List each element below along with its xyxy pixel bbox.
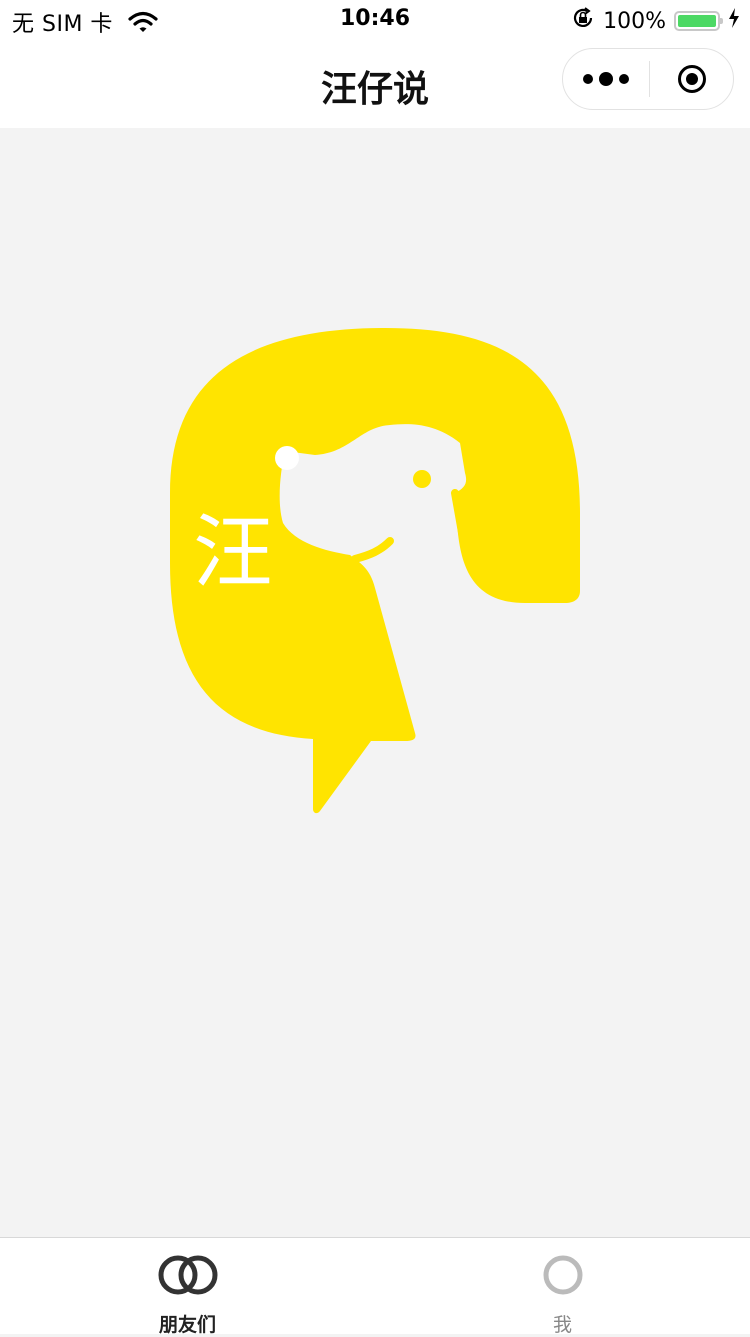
friends-rings-icon bbox=[0, 1254, 375, 1296]
dog-speech-bubble-logo: 汪 bbox=[165, 323, 585, 827]
mini-program-capsule bbox=[562, 48, 734, 110]
tab-bar: 朋友们 我 bbox=[0, 1237, 750, 1336]
main-content: 汪 bbox=[0, 128, 750, 1237]
dog-eye-dot bbox=[413, 470, 431, 488]
dog-nose-dot bbox=[275, 446, 299, 470]
more-button[interactable] bbox=[563, 49, 649, 109]
tab-friends[interactable]: 朋友们 bbox=[0, 1238, 375, 1336]
charging-icon bbox=[728, 7, 740, 35]
close-target-icon bbox=[678, 65, 706, 93]
me-ring-icon bbox=[375, 1254, 750, 1296]
status-right: 100% bbox=[571, 6, 740, 36]
close-button[interactable] bbox=[650, 49, 734, 109]
status-bar: 无 SIM 卡 10:46 100% bbox=[0, 0, 750, 40]
logo-glyph: 汪 bbox=[193, 506, 273, 599]
navigation-bar: 汪仔说 bbox=[0, 40, 750, 128]
orientation-lock-icon bbox=[571, 6, 595, 36]
more-dots-icon bbox=[583, 72, 629, 86]
battery-level bbox=[678, 15, 716, 27]
dog-mouth-line bbox=[351, 537, 394, 563]
battery-percent: 100% bbox=[603, 8, 666, 34]
tab-me-label: 我 bbox=[552, 1314, 572, 1336]
tab-friends-label: 朋友们 bbox=[158, 1314, 216, 1336]
tab-me[interactable]: 我 bbox=[375, 1238, 750, 1336]
battery-icon bbox=[674, 11, 723, 31]
